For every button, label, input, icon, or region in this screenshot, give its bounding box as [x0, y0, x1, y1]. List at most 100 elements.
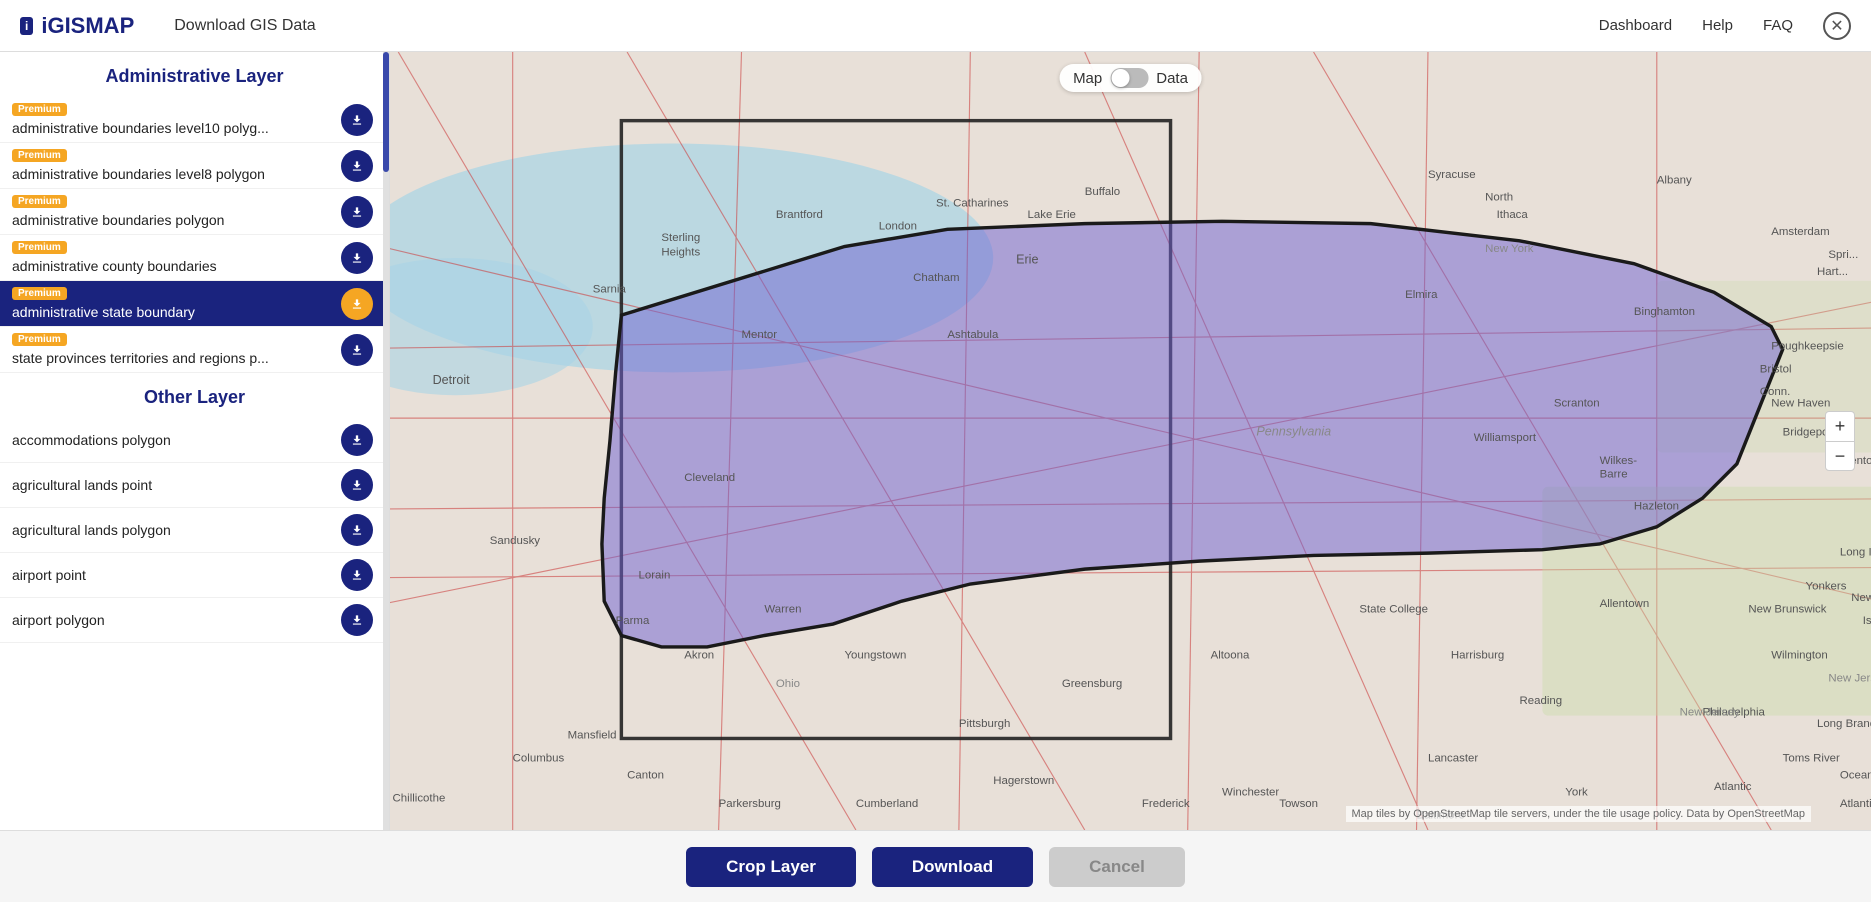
other-section-title: Other Layer	[0, 373, 389, 418]
download-icon[interactable]	[341, 196, 373, 228]
layer-item[interactable]: accommodations polygon	[0, 418, 389, 463]
map-canvas[interactable]: Detroit Sarnia Brantford St. Catharines …	[390, 52, 1871, 830]
layer-content: Premium state provinces territories and …	[12, 333, 341, 366]
layer-name: administrative boundaries level10 polyg.…	[12, 120, 341, 136]
svg-text:Youngstown: Youngstown	[844, 649, 906, 661]
layer-name: agricultural lands point	[12, 477, 341, 493]
cancel-button[interactable]: Cancel	[1049, 847, 1185, 887]
zoom-in-button[interactable]: +	[1825, 411, 1855, 441]
svg-text:Atlantic: Atlantic	[1840, 798, 1871, 810]
svg-text:Lancaster: Lancaster	[1428, 752, 1478, 764]
toggle-knob	[1111, 69, 1129, 87]
svg-text:Binghamton: Binghamton	[1634, 306, 1695, 318]
svg-text:York: York	[1565, 787, 1588, 799]
map-svg: Detroit Sarnia Brantford St. Catharines …	[390, 52, 1871, 830]
header: i iGISMAP Download GIS Data Dashboard He…	[0, 0, 1871, 52]
layer-item[interactable]: agricultural lands point	[0, 463, 389, 508]
layer-item[interactable]: Premium administrative county boundaries	[0, 235, 389, 281]
svg-text:St. Catharines: St. Catharines	[936, 197, 1009, 209]
svg-text:Ashtabula: Ashtabula	[947, 329, 999, 341]
svg-text:Reading: Reading	[1520, 695, 1563, 707]
logo-text: iGISMAP	[41, 13, 134, 39]
download-icon[interactable]	[341, 559, 373, 591]
svg-text:Long Branch: Long Branch	[1817, 718, 1871, 730]
svg-text:London: London	[879, 220, 917, 232]
premium-badge: Premium	[12, 195, 67, 208]
svg-text:Allentown: Allentown	[1600, 598, 1650, 610]
layer-item[interactable]: agricultural lands polygon	[0, 508, 389, 553]
crop-layer-button[interactable]: Crop Layer	[686, 847, 856, 887]
download-icon[interactable]	[341, 242, 373, 274]
layer-item[interactable]: Premium administrative boundaries polygo…	[0, 189, 389, 235]
svg-text:New Jersey: New Jersey	[1680, 707, 1740, 719]
layer-name: administrative county boundaries	[12, 258, 341, 274]
svg-text:New York: New York	[1485, 243, 1534, 255]
nav-help[interactable]: Help	[1702, 17, 1733, 34]
layer-item-active[interactable]: Premium administrative state boundary	[0, 281, 389, 327]
map-data-toggle[interactable]	[1110, 68, 1148, 88]
nav-faq[interactable]: FAQ	[1763, 17, 1793, 34]
svg-text:Altoona: Altoona	[1211, 649, 1250, 661]
data-label: Data	[1156, 70, 1188, 87]
layer-content: Premium administrative boundaries level1…	[12, 103, 341, 136]
logo-icon: i	[20, 17, 33, 35]
svg-text:Detroit: Detroit	[433, 373, 471, 387]
svg-text:Ocean: Ocean	[1840, 770, 1871, 782]
svg-text:Pittsburgh: Pittsburgh	[959, 718, 1011, 730]
svg-text:Buffalo: Buffalo	[1085, 186, 1120, 198]
premium-badge: Premium	[12, 241, 67, 254]
layer-content: Premium administrative state boundary	[12, 287, 341, 320]
layer-content: agricultural lands polygon	[12, 522, 341, 538]
svg-text:Atlantic: Atlantic	[1714, 781, 1752, 793]
premium-badge: Premium	[12, 103, 67, 116]
download-icon[interactable]	[341, 104, 373, 136]
layer-item[interactable]: Premium administrative boundaries level1…	[0, 97, 389, 143]
download-button[interactable]: Download	[872, 847, 1033, 887]
sidebar-scrollbar[interactable]	[383, 52, 389, 830]
svg-text:Conn.: Conn.	[1760, 386, 1791, 398]
layer-item[interactable]: Premium state provinces territories and …	[0, 327, 389, 373]
svg-text:Mentor: Mentor	[742, 329, 778, 341]
premium-badge: Premium	[12, 333, 67, 346]
header-title: Download GIS Data	[174, 17, 315, 35]
download-icon[interactable]	[341, 424, 373, 456]
layer-item[interactable]: airport point	[0, 553, 389, 598]
download-icon[interactable]	[341, 150, 373, 182]
map-toggle: Map Data	[1059, 64, 1202, 92]
layer-content: airport point	[12, 567, 341, 583]
layer-name: airport point	[12, 567, 341, 583]
svg-text:Akron: Akron	[684, 649, 714, 661]
svg-text:Yonkers: Yonkers	[1806, 581, 1847, 593]
svg-text:Hagerstown: Hagerstown	[993, 775, 1054, 787]
download-icon[interactable]	[341, 334, 373, 366]
svg-text:Ohio: Ohio	[776, 678, 800, 690]
svg-text:Scranton: Scranton	[1554, 398, 1600, 410]
layer-name: state provinces territories and regions …	[12, 350, 341, 366]
close-button[interactable]: ✕	[1823, 12, 1851, 40]
svg-text:Wilkes-: Wilkes-	[1600, 455, 1638, 467]
svg-text:Mansfield: Mansfield	[568, 729, 617, 741]
download-icon[interactable]	[341, 604, 373, 636]
layer-content: Premium administrative boundaries polygo…	[12, 195, 341, 228]
svg-text:Lorain: Lorain	[639, 569, 671, 581]
download-icon-active[interactable]	[341, 288, 373, 320]
nav-dashboard[interactable]: Dashboard	[1599, 17, 1672, 34]
download-icon[interactable]	[341, 469, 373, 501]
zoom-out-button[interactable]: −	[1825, 441, 1855, 471]
layer-name: airport polygon	[12, 612, 341, 628]
layer-item[interactable]: airport polygon	[0, 598, 389, 643]
svg-text:Poughkeepsie: Poughkeepsie	[1771, 340, 1843, 352]
svg-text:Hart...: Hart...	[1817, 266, 1848, 278]
logo-area: i iGISMAP	[20, 13, 134, 39]
layer-item[interactable]: Premium administrative boundaries level8…	[0, 143, 389, 189]
layer-content: Premium administrative boundaries level8…	[12, 149, 341, 182]
download-icon[interactable]	[341, 514, 373, 546]
svg-text:Sandusky: Sandusky	[490, 535, 541, 547]
layer-content: Premium administrative county boundaries	[12, 241, 341, 274]
svg-text:Cleveland: Cleveland	[684, 472, 735, 484]
sidebar: Administrative Layer Premium administrat…	[0, 52, 390, 830]
svg-text:Greensburg: Greensburg	[1062, 678, 1122, 690]
layer-content: agricultural lands point	[12, 477, 341, 493]
admin-section-title: Administrative Layer	[0, 52, 389, 97]
layer-name: administrative boundaries polygon	[12, 212, 341, 228]
